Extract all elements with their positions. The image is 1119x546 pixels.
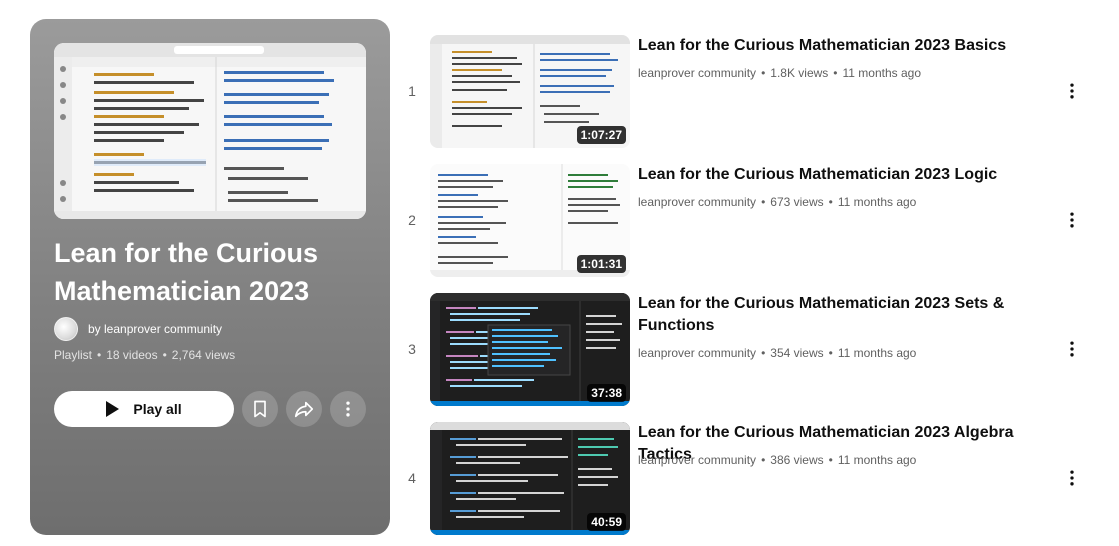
meta-separator: •: [162, 348, 167, 362]
video-index: 1: [408, 83, 416, 99]
video-thumbnail[interactable]: 40:59: [430, 422, 630, 535]
video-age: 11 months ago: [837, 453, 917, 467]
more-vert-icon: [346, 401, 350, 417]
channel-name[interactable]: leanprover community: [638, 453, 756, 467]
video-index: 4: [408, 470, 416, 486]
meta-separator: •: [761, 346, 766, 360]
play-all-button[interactable]: Play all: [54, 391, 234, 427]
video-duration: 40:59: [587, 513, 626, 531]
video-age: 11 months ago: [842, 66, 922, 80]
playlist-video-row[interactable]: 1 1:07:27 Lean for the Curious Mathemati…: [400, 35, 1090, 148]
playlist-meta: Playlist • 18 videos • 2,764 views: [54, 348, 235, 362]
play-icon: [106, 401, 120, 417]
playlist-video-row[interactable]: 3 37:38 Lean for the Curious Mathematici…: [400, 293, 1090, 406]
video-age: 11 months ago: [837, 346, 917, 360]
video-index: 3: [408, 341, 416, 357]
video-views: 354 views: [770, 346, 824, 360]
playlist-video-row[interactable]: 4 40:59 Lean for the Curious Mathematici…: [400, 422, 1090, 535]
video-views: 673 views: [770, 195, 824, 209]
meta-separator: •: [828, 453, 833, 467]
bookmark-icon: [254, 400, 266, 418]
meta-separator: •: [761, 66, 766, 80]
playlist-owner[interactable]: by leanprover community: [54, 317, 222, 341]
channel-name[interactable]: leanprover community: [638, 195, 756, 209]
video-duration: 1:01:31: [576, 255, 626, 273]
video-meta: leanprover community • 673 views • 11 mo…: [638, 195, 916, 209]
playlist-type: Playlist: [54, 348, 93, 362]
video-menu-button[interactable]: [1060, 208, 1084, 232]
avatar[interactable]: [54, 317, 78, 341]
video-menu-button[interactable]: [1060, 79, 1084, 103]
video-menu-button[interactable]: [1060, 337, 1084, 361]
video-views: 1.8K views: [770, 66, 829, 80]
play-all-label: Play all: [133, 401, 182, 417]
channel-name[interactable]: leanprover community: [638, 66, 756, 80]
more-vert-icon: [1070, 470, 1074, 486]
more-vert-icon: [1070, 212, 1074, 228]
code-editor-thumbnail-image: [54, 43, 366, 219]
video-thumbnail[interactable]: 37:38: [430, 293, 630, 406]
video-thumbnail[interactable]: 1:01:31: [430, 164, 630, 277]
video-meta: leanprover community • 354 views • 11 mo…: [638, 346, 916, 360]
channel-name[interactable]: leanprover community: [638, 346, 756, 360]
video-title[interactable]: Lean for the Curious Mathematician 2023 …: [638, 164, 1058, 186]
video-thumbnail[interactable]: 1:07:27: [430, 35, 630, 148]
owner-name[interactable]: by leanprover community: [88, 322, 222, 336]
video-title[interactable]: Lean for the Curious Mathematician 2023 …: [638, 35, 1058, 57]
meta-separator: •: [761, 195, 766, 209]
share-button[interactable]: [286, 391, 322, 427]
save-playlist-button[interactable]: [242, 391, 278, 427]
video-index: 2: [408, 212, 416, 228]
video-meta: leanprover community • 1.8K views • 11 m…: [638, 66, 921, 80]
meta-separator: •: [97, 348, 102, 362]
video-title[interactable]: Lean for the Curious Mathematician 2023 …: [638, 293, 1058, 337]
playlist-view-count: 2,764 views: [171, 348, 236, 362]
more-actions-button[interactable]: [330, 391, 366, 427]
video-meta: leanprover community • 386 views • 11 mo…: [638, 453, 916, 467]
share-icon: [294, 401, 314, 418]
playlist-video-row[interactable]: 2 1:01:31 Lean for the Curious Mathemati…: [400, 164, 1090, 277]
meta-separator: •: [828, 346, 833, 360]
video-menu-button[interactable]: [1060, 466, 1084, 490]
meta-separator: •: [761, 453, 766, 467]
playlist-header-panel: Lean for the Curious Mathematician 2023 …: [30, 19, 390, 535]
meta-separator: •: [833, 66, 838, 80]
playlist-title: Lean for the Curious Mathematician 2023: [54, 238, 319, 306]
more-vert-icon: [1070, 341, 1074, 357]
video-views: 386 views: [770, 453, 824, 467]
playlist-thumbnail[interactable]: [54, 43, 366, 219]
video-count: 18 videos: [106, 348, 158, 362]
video-duration: 1:07:27: [576, 126, 626, 144]
more-vert-icon: [1070, 83, 1074, 99]
meta-separator: •: [828, 195, 833, 209]
video-duration: 37:38: [587, 384, 626, 402]
video-age: 11 months ago: [837, 195, 917, 209]
